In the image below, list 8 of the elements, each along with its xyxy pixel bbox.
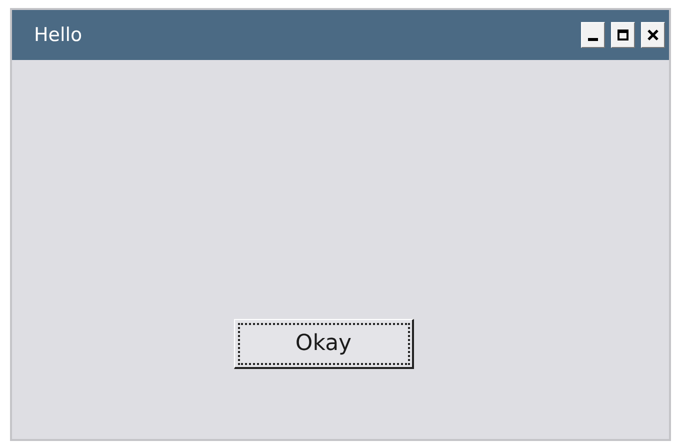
- window-title: Hello: [34, 24, 82, 46]
- maximize-button[interactable]: [611, 22, 635, 48]
- close-icon: [647, 29, 659, 41]
- close-button[interactable]: [641, 22, 665, 48]
- okay-button[interactable]: Okay: [234, 319, 414, 369]
- maximize-icon: [617, 29, 629, 41]
- minimize-icon: [588, 38, 598, 41]
- minimize-button[interactable]: [581, 22, 605, 48]
